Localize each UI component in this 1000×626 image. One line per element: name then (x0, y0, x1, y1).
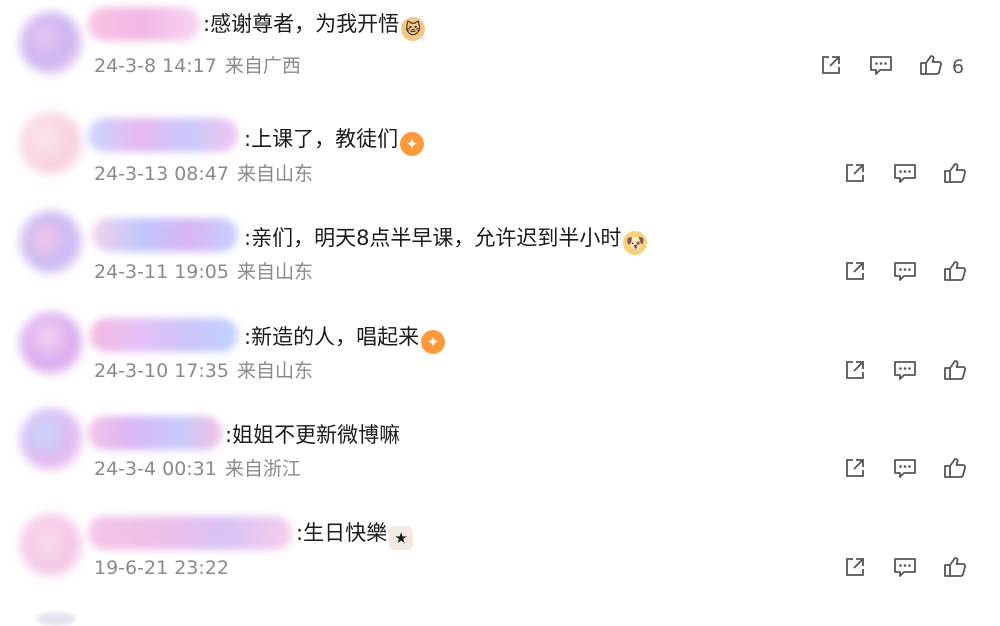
avatar[interactable] (20, 312, 82, 374)
comment-meta: 24-3-11 19:05 来自山东 (94, 259, 313, 285)
comment-meta: 24-3-4 00:31 来自浙江 (94, 456, 301, 482)
comment-icon (870, 56, 892, 75)
comment-item: :亲们，明天8点半早课，允许迟到半小时 🐶 24-3-11 19:05 来自山东 (0, 197, 1000, 295)
comment-item: :生日快樂 ★ 19-6-21 23:22 (0, 492, 1000, 590)
avatar[interactable] (20, 112, 82, 174)
avatar[interactable] (20, 408, 82, 470)
location: 来自山东 (236, 360, 313, 382)
comment-meta: 19-6-21 23:22 (94, 555, 229, 581)
share-icon (846, 262, 864, 280)
comment-meta: 24-3-8 14:17 来自广西 (94, 53, 301, 79)
avatar[interactable] (20, 12, 82, 74)
username-redacted[interactable] (88, 516, 292, 550)
share-button[interactable] (842, 455, 868, 481)
comment-meta: 24-3-10 17:35 来自山东 (94, 358, 313, 384)
comment-button[interactable] (892, 357, 918, 383)
share-icon (846, 361, 864, 379)
comment-icon (894, 262, 916, 281)
username-redacted[interactable] (90, 318, 238, 352)
avatar-partial (36, 612, 76, 626)
like-button[interactable] (942, 160, 968, 186)
comment-text: :生日快樂 ★ (296, 519, 414, 550)
timestamp: 24-3-4 00:31 (94, 458, 217, 480)
like-button[interactable] (942, 554, 968, 580)
share-icon (846, 558, 864, 576)
share-icon (846, 164, 864, 182)
comment-meta: 24-3-13 08:47 来自山东 (94, 161, 313, 187)
bird-emoji-icon: ✦ (400, 132, 425, 156)
avatar[interactable] (20, 211, 82, 273)
share-button[interactable] (842, 160, 868, 186)
username-redacted[interactable] (88, 118, 238, 152)
username-redacted[interactable] (88, 7, 200, 41)
timestamp: 19-6-21 23:22 (94, 557, 229, 579)
share-button[interactable] (842, 554, 868, 580)
avatar[interactable] (20, 514, 82, 576)
cat-emoji-icon: 🐱 (401, 17, 426, 41)
comment-button[interactable] (892, 455, 918, 481)
birthday-cake-emoji-icon: ★ (389, 526, 414, 550)
location: 来自浙江 (224, 458, 301, 480)
comment-item: :姐姐不更新微博嘛 24-3-4 00:31 来自浙江 (0, 394, 1000, 492)
share-button[interactable] (842, 357, 868, 383)
share-icon (822, 56, 840, 74)
like-button[interactable] (918, 52, 944, 78)
username-redacted[interactable] (88, 416, 222, 450)
comment-text: :新造的人，唱起来 ✦ (244, 323, 446, 354)
comment-item: :上课了，教徒们 ✦ 24-3-13 08:47 来自山东 (0, 98, 1000, 196)
comment-icon (894, 164, 916, 183)
comment-button[interactable] (868, 52, 894, 78)
location: 来自广西 (224, 55, 301, 77)
thumbs-up-icon (944, 360, 966, 380)
thumbs-up-icon (944, 261, 966, 281)
thumbs-up-icon (920, 55, 942, 75)
timestamp: 24-3-11 19:05 (94, 261, 229, 283)
like-count: 6 (952, 56, 965, 78)
doge-emoji-icon: 🐶 (623, 231, 648, 255)
comment-text: :上课了，教徒们 ✦ (244, 125, 425, 156)
timestamp: 24-3-8 14:17 (94, 55, 217, 77)
comment-item: :感谢尊者，为我开悟 🐱 24-3-8 14:17 来自广西 6 (0, 0, 1000, 98)
like-button[interactable] (942, 258, 968, 284)
bird-emoji-icon: ✦ (421, 330, 446, 354)
comment-icon (894, 361, 916, 380)
share-button[interactable] (842, 258, 868, 284)
thumbs-up-icon (944, 163, 966, 183)
like-button[interactable] (942, 357, 968, 383)
username-redacted[interactable] (92, 218, 238, 252)
comment-text: :姐姐不更新微博嘛 (225, 423, 401, 447)
comment-button[interactable] (892, 258, 918, 284)
share-button[interactable] (818, 52, 844, 78)
comment-item: :新造的人，唱起来 ✦ 24-3-10 17:35 来自山东 (0, 296, 1000, 394)
comment-button[interactable] (892, 554, 918, 580)
thumbs-up-icon (944, 458, 966, 478)
share-icon (846, 459, 864, 477)
comment-text: :感谢尊者，为我开悟 🐱 (203, 10, 426, 41)
timestamp: 24-3-13 08:47 (94, 163, 229, 185)
thumbs-up-icon (944, 557, 966, 577)
comment-button[interactable] (892, 160, 918, 186)
comment-text: :亲们，明天8点半早课，允许迟到半小时 🐶 (244, 224, 648, 255)
timestamp: 24-3-10 17:35 (94, 360, 229, 382)
comment-icon (894, 459, 916, 478)
comment-icon (894, 558, 916, 577)
location: 来自山东 (236, 163, 313, 185)
like-button[interactable] (942, 455, 968, 481)
location: 来自山东 (236, 261, 313, 283)
